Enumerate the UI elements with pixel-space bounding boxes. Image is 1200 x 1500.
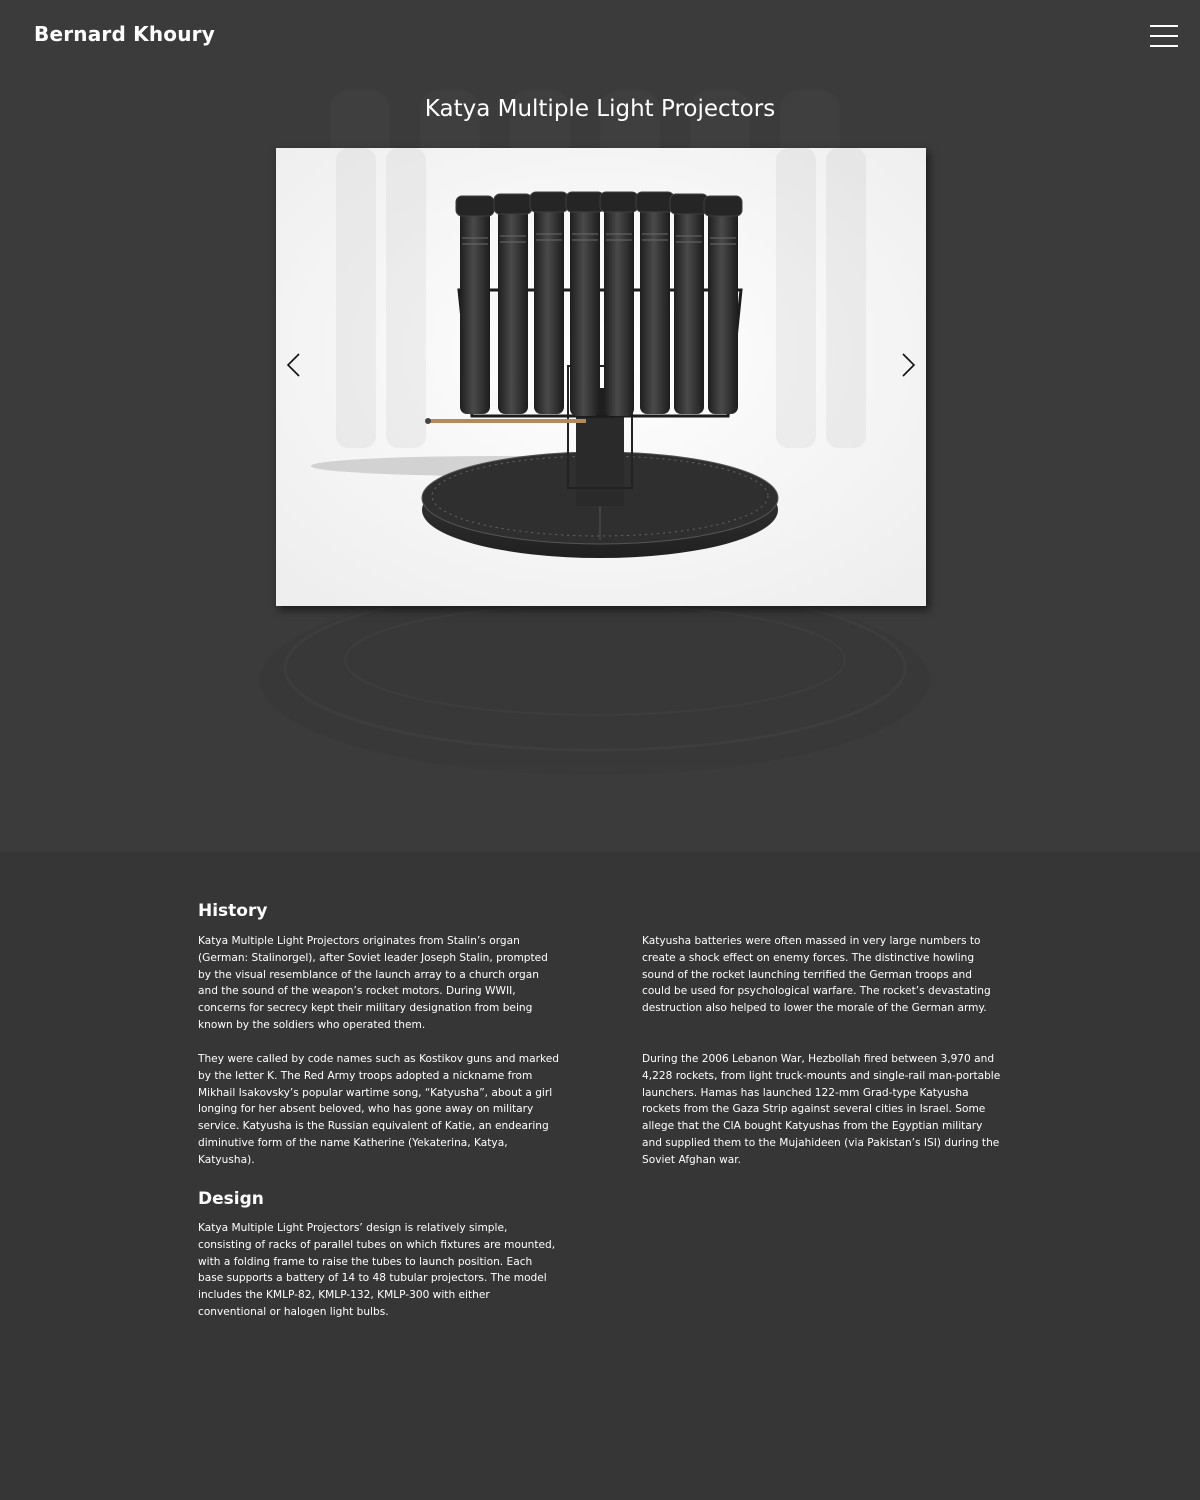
site-logo[interactable]: Bernard Khoury	[34, 22, 215, 46]
design-paragraph: Katya Multiple Light Projectors’ design …	[198, 1222, 556, 1318]
gallery-next-button[interactable]	[890, 348, 926, 384]
history-paragraph: During the 2006 Lebanon War, Hezbollah f…	[642, 1053, 1001, 1166]
project-title: Katya Multiple Light Projectors	[424, 96, 776, 122]
chevron-right-icon	[902, 353, 916, 377]
hamburger-menu-icon[interactable]	[1148, 22, 1180, 50]
gallery-prev-button[interactable]	[276, 348, 312, 384]
chevron-left-icon	[286, 353, 300, 377]
history-heading: History	[198, 901, 268, 921]
menu-line	[1150, 45, 1178, 47]
history-paragraph: They were called by code names such as K…	[198, 1053, 559, 1166]
history-paragraph: Katyusha batteries were often massed in …	[642, 935, 991, 1015]
design-heading: Design	[198, 1189, 264, 1209]
hero-section: Bernard Khoury Katya Multiple Light Proj…	[0, 0, 1200, 852]
menu-line	[1150, 35, 1178, 37]
product-tubes	[460, 196, 738, 416]
product-image	[276, 148, 926, 606]
history-paragraph: Katya Multiple Light Projectors originat…	[198, 935, 548, 1031]
gallery-slide	[276, 148, 926, 606]
product-handle	[426, 419, 586, 423]
menu-line	[1150, 25, 1178, 27]
